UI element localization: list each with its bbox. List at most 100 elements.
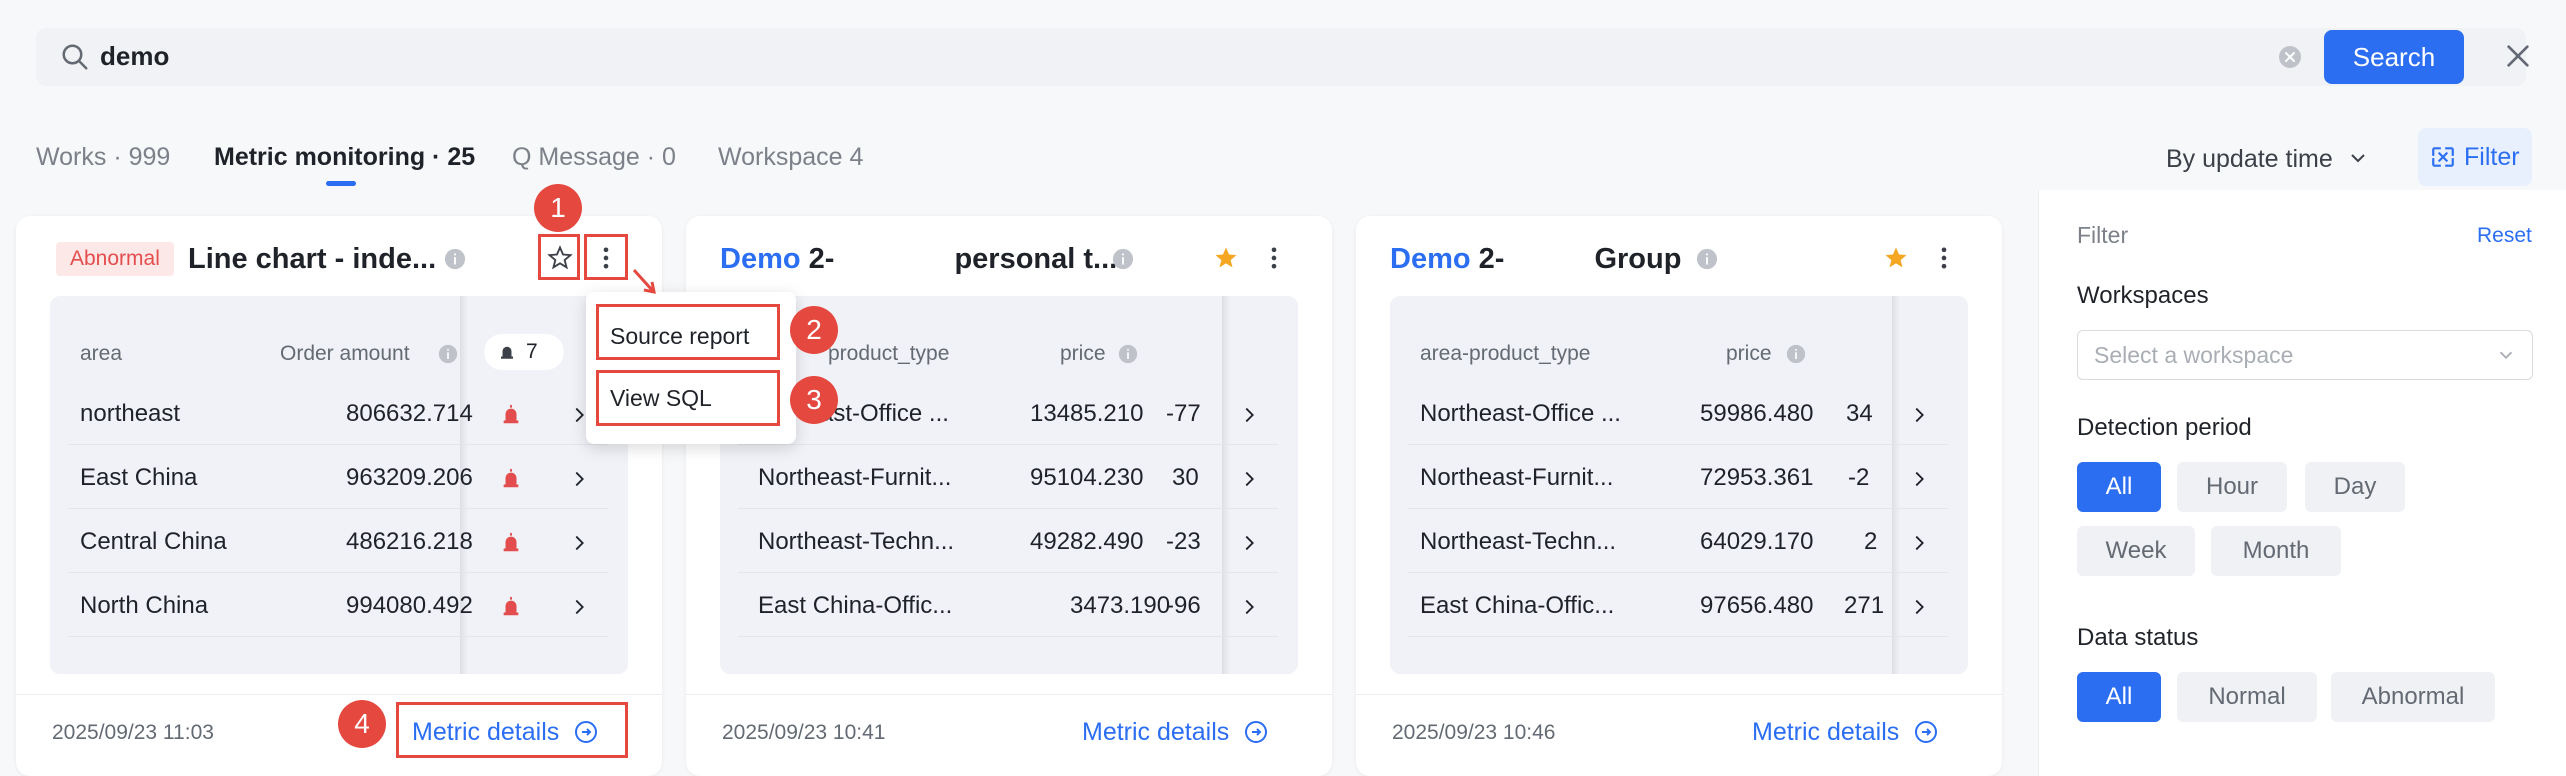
more-vertical-icon[interactable] — [1260, 244, 1288, 272]
row-name: northeast — [80, 400, 181, 427]
update-time: 2025/09/23 10:41 — [722, 721, 886, 744]
card-title[interactable]: Demo 2- Group — [1390, 240, 1681, 278]
close-icon[interactable] — [2502, 40, 2534, 72]
search-input[interactable]: demo — [100, 38, 169, 74]
row-name: Central China — [80, 528, 227, 555]
row-divider — [1408, 572, 1948, 573]
annotation-badge: 1 — [534, 184, 582, 232]
chevron-right-icon[interactable] — [568, 468, 590, 490]
chevron-right-icon[interactable] — [1238, 468, 1260, 490]
metric-details-link[interactable]: Metric details — [1752, 714, 1938, 750]
filter-panel-title: Filter — [2077, 222, 2129, 248]
clear-icon[interactable] — [2278, 45, 2302, 69]
row-name: Northeast-Techn... — [758, 528, 955, 555]
star-filled-icon[interactable] — [1882, 244, 1910, 272]
chevron-right-icon[interactable] — [1908, 404, 1930, 426]
star-filled-icon[interactable] — [1212, 244, 1240, 272]
workspace-select[interactable]: Select a workspace — [2077, 330, 2533, 380]
filter-button[interactable]: Filter — [2418, 128, 2532, 186]
metric-details-link[interactable]: Metric details — [1082, 714, 1268, 750]
period-hour-chip[interactable]: Hour — [2177, 462, 2287, 512]
row-divider — [1408, 444, 1948, 445]
row-divider — [68, 508, 608, 509]
row-divider — [738, 508, 1278, 509]
info-icon — [1112, 248, 1134, 270]
metric-card-1[interactable]: Abnormal Line chart - inde... area Order… — [16, 216, 662, 776]
update-time: 2025/09/23 11:03 — [52, 721, 214, 744]
highlight-view-sql — [596, 370, 780, 426]
sort-dropdown[interactable]: By update time — [2166, 142, 2333, 176]
alarm-icon — [503, 404, 519, 424]
row-value: 97656.480 — [1700, 592, 1814, 619]
row-value: 49282.490 — [1030, 528, 1144, 555]
alarm-icon — [503, 596, 519, 616]
row-change: 2 — [1864, 528, 1878, 555]
alarm-icon — [503, 468, 519, 488]
row-value: 95104.230 — [1030, 464, 1144, 491]
card-title[interactable]: Line chart - inde... — [188, 240, 436, 278]
chevron-right-icon[interactable] — [1238, 596, 1260, 618]
tab-works[interactable]: Works · 999 — [36, 140, 170, 174]
row-value: 64029.170 — [1700, 528, 1814, 555]
filter-icon — [2432, 147, 2454, 167]
more-vertical-icon[interactable] — [1930, 244, 1958, 272]
chevron-right-icon[interactable] — [1238, 532, 1260, 554]
status-all-chip[interactable]: All — [2077, 672, 2161, 722]
highlight-source-report — [596, 304, 780, 360]
row-change: 34 — [1846, 400, 1873, 427]
tab-workspace[interactable]: Workspace 4 — [718, 140, 863, 174]
column-header: price — [1060, 342, 1106, 365]
row-value: 13485.210 — [1030, 400, 1144, 427]
tab-q-message[interactable]: Q Message · 0 — [512, 140, 676, 174]
chevron-down-icon — [2499, 351, 2513, 360]
row-name: East China — [80, 464, 198, 491]
chevron-right-icon[interactable] — [1908, 596, 1930, 618]
chevron-down-icon[interactable] — [2346, 146, 2370, 170]
period-all-chip[interactable]: All — [2077, 462, 2161, 512]
column-header: price — [1726, 342, 1772, 365]
filter-panel: Filter Reset Workspaces Select a workspa… — [2038, 190, 2566, 776]
title-part: 2- — [1478, 243, 1505, 275]
annotation-badge: 3 — [790, 376, 838, 424]
chevron-right-icon[interactable] — [1238, 404, 1260, 426]
card-footer-divider — [1356, 694, 2002, 695]
period-day-chip[interactable]: Day — [2305, 462, 2405, 512]
row-value: 963209.206 — [346, 464, 473, 491]
period-month-chip[interactable]: Month — [2211, 526, 2341, 576]
chevron-right-icon[interactable] — [568, 532, 590, 554]
redacted-block — [1504, 240, 1595, 278]
row-name: Northeast-Techn... — [1420, 528, 1617, 555]
card-title[interactable]: Demo 2- personal t... — [720, 240, 1117, 278]
column-divider — [1892, 296, 1900, 674]
row-value: 994080.492 — [346, 592, 473, 619]
row-change: -23 — [1166, 528, 1201, 555]
period-week-chip[interactable]: Week — [2077, 526, 2195, 576]
metric-table: area Order amount 7 northeast 806632.714… — [50, 296, 628, 674]
info-icon — [1696, 248, 1718, 270]
column-divider — [1222, 296, 1230, 674]
chevron-right-icon[interactable] — [1908, 468, 1930, 490]
row-change: 30 — [1172, 464, 1199, 491]
row-value: 59986.480 — [1700, 400, 1814, 427]
search-button[interactable]: Search — [2324, 30, 2464, 84]
info-icon — [444, 248, 466, 270]
title-part: personal t... — [954, 243, 1118, 275]
row-divider — [68, 636, 608, 637]
workspaces-label: Workspaces — [2077, 282, 2209, 309]
status-abnormal-chip[interactable]: Abnormal — [2331, 672, 2495, 722]
status-badge: Abnormal — [56, 242, 174, 276]
row-name: Northeast-Office ... — [1420, 400, 1621, 427]
chevron-right-icon[interactable] — [568, 596, 590, 618]
status-normal-chip[interactable]: Normal — [2177, 672, 2317, 722]
row-divider — [1408, 636, 1948, 637]
search-bar[interactable] — [36, 28, 2526, 86]
row-value: 806632.714 — [346, 400, 473, 427]
metric-card-3[interactable]: Demo 2- Group area-product_type price Nor… — [1356, 216, 2002, 776]
chevron-right-icon[interactable] — [1908, 532, 1930, 554]
data-status-label: Data status — [2077, 624, 2199, 651]
tab-metric-monitoring[interactable]: Metric monitoring · 25 — [214, 140, 475, 174]
highlight-more — [584, 234, 628, 280]
reset-link[interactable]: Reset — [2477, 224, 2532, 248]
row-name: ast-Office ... — [820, 400, 949, 427]
info-icon — [1786, 344, 1806, 364]
